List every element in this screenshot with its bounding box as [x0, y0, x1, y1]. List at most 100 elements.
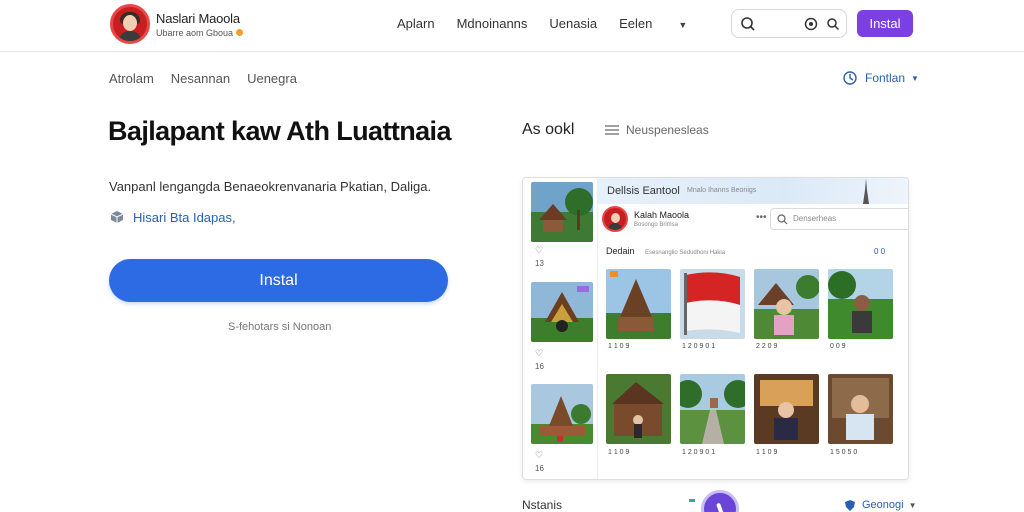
preview-content: Kalah Maoola Bosongo Brimsa ••• Denserhe…: [598, 204, 908, 479]
search-icon: [741, 17, 755, 31]
photo-tile[interactable]: [680, 374, 745, 444]
nav-item-4-label: Eelen: [619, 16, 653, 31]
thumbnail-3-count: 16: [535, 464, 544, 473]
photo-tile-image: [828, 374, 893, 444]
package-icon: [110, 211, 124, 223]
preview-banner-title: Dellsis Eantool: [607, 185, 680, 197]
tower-icon: [863, 178, 869, 204]
photo-label: 1 1 0 9: [756, 449, 778, 456]
preview-profile-desc: Bosongo Brimsa: [634, 222, 679, 228]
preview-section-sub: Esesnanglio Sedudhoni Hakia: [645, 250, 726, 256]
bottom-selector-label: Geonogi: [862, 499, 904, 511]
brand-text: Naslari Maoola Ubarre aom Gboua: [156, 10, 244, 38]
tab-details[interactable]: Neuspenesleas: [605, 123, 709, 137]
brand-subtitle-text: Ubarre aom Gboua: [156, 27, 234, 38]
photo-tile-image: [606, 374, 671, 444]
photo-label: 1 5 0 5 0: [830, 449, 858, 456]
search-icon: [777, 214, 788, 225]
photo-tile-image: [828, 269, 893, 339]
thumbnail-1[interactable]: [531, 182, 593, 242]
preview-banner: Dellsis Eantool Mnalo Ihanns Beonigs: [598, 178, 908, 204]
preview-section-title: Dedain: [606, 246, 635, 256]
floating-action-button[interactable]: [701, 490, 739, 512]
preview-profile-name: Kalah Maoola: [634, 210, 690, 220]
preview-search-input[interactable]: Denserheas: [770, 208, 908, 230]
photo-tile-image: [680, 269, 745, 339]
thumbnail-2[interactable]: [531, 282, 593, 342]
menu-lines-icon: [605, 125, 619, 135]
bottom-label: Nstanis: [522, 498, 563, 512]
photo-tile-image: [754, 374, 819, 444]
more-horizontal-icon[interactable]: •••: [756, 212, 767, 223]
heart-icon[interactable]: ♡: [535, 450, 543, 461]
chevron-down-icon: ▼: [908, 500, 917, 510]
photo-tile-image: [606, 269, 671, 339]
language-selector[interactable]: Fontlan ▼: [843, 71, 919, 85]
chevron-down-icon: ▼: [911, 73, 919, 83]
brand-title: Naslari Maoola: [156, 10, 240, 26]
photo-tile[interactable]: [754, 374, 819, 444]
photo-tile[interactable]: [754, 269, 819, 339]
app-preview-frame: ♡ 13 ♡ 16 ♡ 16 Dellsis Eantool Mnalo Iha…: [522, 177, 909, 480]
accent-mark-icon: [689, 499, 695, 502]
nav-item-2[interactable]: Mdnoinanns: [457, 16, 528, 31]
install-note: S-fehotars si Nonoan: [228, 321, 332, 333]
photo-tile-image: [754, 269, 819, 339]
bottom-selector[interactable]: Geonogi ▼: [845, 499, 917, 511]
subnav-item-1[interactable]: Atrolam: [109, 71, 154, 86]
globe-icon: [843, 71, 857, 85]
heart-icon[interactable]: ♡: [535, 245, 543, 256]
photo-tile[interactable]: [828, 374, 893, 444]
top-nav: Aplarn Mdnoinanns Uenasia Eelen ▼: [397, 16, 731, 31]
secondary-nav: Atrolam Nesannan Uenegra: [109, 71, 314, 86]
photo-label: 0 0 9: [830, 343, 846, 350]
photo-tile[interactable]: [606, 269, 671, 339]
subnav-item-2[interactable]: Nesannan: [171, 71, 230, 86]
photo-label: 1 2 0 9 0 1: [682, 343, 716, 350]
nav-item-1[interactable]: Aplarn: [397, 16, 435, 31]
preview-banner-subtitle: Mnalo Ihanns Beonigs: [687, 187, 757, 194]
brand-logo: [110, 4, 150, 44]
photo-label: 2 2 0 9: [756, 343, 778, 350]
badge-dot-icon: [236, 29, 244, 36]
search-input[interactable]: [731, 9, 847, 38]
preview-search-placeholder: Denserheas: [793, 214, 837, 223]
subnav-item-3[interactable]: Uenegra: [247, 71, 297, 86]
preview-profile-text: Kalah Maoola Bosongo Brimsa: [634, 210, 689, 228]
hero-meta-text: Hisari Bta Idapas,: [133, 209, 236, 225]
preview-sidebar: ♡ 13 ♡ 16 ♡ 16: [523, 178, 598, 479]
thumbnail-3-image: [531, 384, 593, 444]
hero-description: Vanpanl lengangda Benaeokrenvanaria Pkat…: [109, 179, 432, 194]
photo-tile[interactable]: [680, 269, 745, 339]
thumbnail-2-image: [531, 282, 593, 342]
page-title: Bajlapant kaw Ath Luattnaia: [108, 116, 451, 146]
tab-details-label: Neuspenesleas: [626, 123, 709, 137]
avatar: [602, 206, 628, 232]
brand[interactable]: Naslari Maoola Ubarre aom Gboua: [110, 4, 244, 44]
brand-subtitle: Ubarre aom Gboua: [156, 27, 244, 38]
photo-label: 1 1 0 9: [608, 343, 630, 350]
install-button-main[interactable]: Instal: [109, 259, 448, 302]
preview-count: 0 0: [874, 247, 886, 256]
preview-profile[interactable]: Kalah Maoola Bosongo Brimsa: [602, 206, 689, 232]
heart-icon[interactable]: ♡: [535, 348, 543, 359]
shield-icon: [845, 499, 855, 511]
pointer-icon: [716, 502, 724, 512]
chevron-down-icon: ▼: [678, 20, 688, 30]
tab-preview[interactable]: As ookl: [522, 121, 574, 139]
language-label: Fontlan: [865, 71, 906, 85]
nav-item-4[interactable]: Eelen ▼: [619, 16, 709, 31]
thumbnail-3[interactable]: [531, 384, 593, 444]
photo-label: 1 1 0 9: [608, 449, 630, 456]
photo-tile[interactable]: [606, 374, 671, 444]
photo-label: 1 2 0 9 0 1: [682, 449, 716, 456]
camera-lens-icon[interactable]: [804, 17, 818, 31]
preview-section-header: Dedain Esesnanglio Sedudhoni Hakia: [606, 246, 725, 256]
top-header: Naslari Maoola Ubarre aom Gboua Aplarn M…: [0, 0, 1024, 52]
search-small-icon[interactable]: [826, 17, 840, 31]
hero-meta[interactable]: Hisari Bta Idapas,: [109, 209, 236, 225]
install-button-header[interactable]: Instal: [857, 10, 913, 37]
photo-tile[interactable]: [828, 269, 893, 339]
nav-item-3[interactable]: Uenasia: [549, 16, 597, 31]
thumbnail-1-image: [531, 182, 593, 242]
